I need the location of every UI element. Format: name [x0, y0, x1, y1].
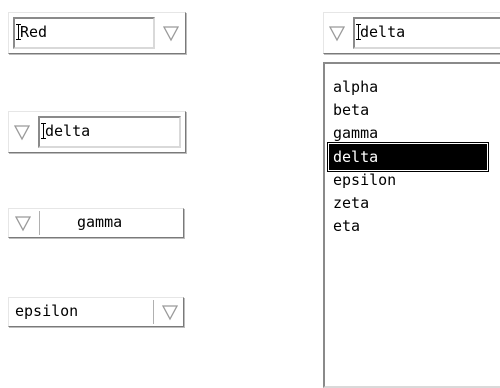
chevron-down-icon — [328, 26, 346, 42]
color-combo-input[interactable]: Red — [13, 17, 155, 49]
delta-combo-input[interactable]: delta — [38, 116, 181, 148]
chevron-down-icon — [162, 26, 180, 42]
epsilon-combo[interactable]: epsilon — [8, 297, 184, 327]
open-combo-input[interactable]: delta — [353, 17, 500, 49]
open-combo-value: delta — [360, 23, 406, 41]
color-combo-value: Red — [20, 23, 48, 41]
gamma-combo-dropdown-button[interactable] — [9, 209, 37, 237]
list-item-beta[interactable]: beta — [333, 99, 369, 121]
open-combo[interactable]: delta — [323, 12, 500, 54]
list-item-alpha[interactable]: alpha — [333, 76, 378, 98]
delta-combo[interactable]: delta — [8, 111, 186, 153]
color-combo-dropdown-button[interactable] — [159, 19, 183, 47]
open-combo-listbox[interactable]: alpha beta gamma delta epsilon zeta eta — [323, 62, 500, 388]
open-combo-dropdown-button[interactable] — [325, 19, 349, 47]
text-cursor — [16, 24, 24, 40]
gamma-combo-value: gamma — [77, 213, 123, 231]
separator — [39, 211, 40, 235]
list-item-delta-selected[interactable]: delta — [329, 144, 487, 170]
list-item-epsilon[interactable]: epsilon — [333, 169, 396, 191]
epsilon-combo-value: epsilon — [15, 302, 79, 320]
separator — [153, 300, 154, 324]
epsilon-combo-dropdown-button[interactable] — [156, 298, 184, 326]
list-item-eta[interactable]: eta — [333, 215, 360, 237]
list-item-gamma[interactable]: gamma — [333, 122, 378, 144]
text-cursor — [41, 123, 49, 139]
delta-combo-dropdown-button[interactable] — [10, 118, 34, 146]
color-combo[interactable]: Red — [8, 12, 186, 54]
chevron-down-icon — [161, 305, 179, 321]
text-cursor — [356, 24, 364, 40]
delta-combo-value: delta — [45, 122, 91, 140]
chevron-down-icon — [14, 216, 32, 232]
chevron-down-icon — [13, 125, 31, 141]
list-item-zeta[interactable]: zeta — [333, 192, 369, 214]
gamma-combo[interactable]: gamma — [8, 208, 184, 238]
